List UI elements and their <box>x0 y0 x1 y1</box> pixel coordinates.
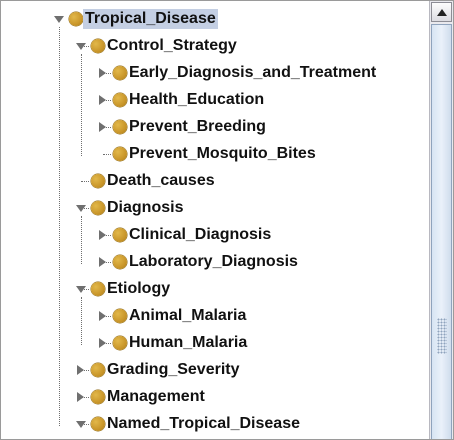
class-dot-icon <box>113 309 127 323</box>
tree-node-label[interactable]: Early_Diagnosis_and_Treatment <box>127 63 378 83</box>
tree-node-label[interactable]: Tropical_Disease <box>83 9 218 29</box>
triangle-down-icon[interactable] <box>76 286 86 293</box>
class-dot-icon <box>113 93 127 107</box>
tree-node-label[interactable]: Animal_Malaria <box>127 306 248 326</box>
triangle-right-icon[interactable] <box>99 122 106 132</box>
class-dot-icon <box>113 228 127 242</box>
class-dot-icon <box>91 282 105 296</box>
triangle-right-icon[interactable] <box>99 95 106 105</box>
triangle-down-icon[interactable] <box>76 43 86 50</box>
class-dot-icon <box>91 39 105 53</box>
tree-node-label[interactable]: Management <box>105 387 207 407</box>
tree-connector-line <box>81 181 89 182</box>
class-dot-icon <box>91 363 105 377</box>
ontology-tree-panel: Tropical_Disease Control_Strategy Early_Di… <box>0 0 454 440</box>
triangle-right-icon[interactable] <box>99 311 106 321</box>
triangle-right-icon[interactable] <box>99 68 106 78</box>
grip-icon <box>437 318 447 354</box>
tree-node-label[interactable]: Human_Malaria <box>127 333 249 353</box>
tree-node-label[interactable]: Named_Tropical_Disease <box>105 414 302 434</box>
class-dot-icon <box>113 120 127 134</box>
class-dot-icon <box>113 147 127 161</box>
triangle-right-icon[interactable] <box>99 338 106 348</box>
triangle-right-icon[interactable] <box>99 230 106 240</box>
class-dot-icon <box>91 174 105 188</box>
scroll-up-button[interactable] <box>431 2 452 22</box>
class-dot-icon <box>69 12 83 26</box>
tree-node-label[interactable]: Grading_Severity <box>105 360 242 380</box>
tree-node-label[interactable]: Prevent_Mosquito_Bites <box>127 144 318 164</box>
class-dot-icon <box>113 255 127 269</box>
scrollbar-thumb[interactable] <box>431 24 452 439</box>
tree-node-label[interactable]: Diagnosis <box>105 198 185 218</box>
triangle-right-icon[interactable] <box>77 365 84 375</box>
triangle-down-icon[interactable] <box>76 205 86 212</box>
tree-connector-line <box>103 154 111 155</box>
triangle-down-icon[interactable] <box>54 16 64 23</box>
arrow-up-icon <box>437 9 447 16</box>
triangle-right-icon[interactable] <box>77 392 84 402</box>
tree-node[interactable] <box>1 279 429 306</box>
triangle-right-icon[interactable] <box>99 257 106 267</box>
tree-node-label[interactable]: Clinical_Diagnosis <box>127 225 273 245</box>
class-dot-icon <box>91 417 105 431</box>
tree-node-label[interactable]: Death_causes <box>105 171 217 191</box>
tree-node[interactable] <box>1 198 429 225</box>
tree-node-label[interactable]: Health_Education <box>127 90 266 110</box>
tree-node-label[interactable]: Control_Strategy <box>105 36 239 56</box>
class-dot-icon <box>91 201 105 215</box>
triangle-down-icon[interactable] <box>76 421 86 428</box>
class-dot-icon <box>91 390 105 404</box>
tree-node-label[interactable]: Etiology <box>105 279 172 299</box>
tree-node-label[interactable]: Laboratory_Diagnosis <box>127 252 300 272</box>
tree-node-label[interactable]: Prevent_Breeding <box>127 117 268 137</box>
class-dot-icon <box>113 66 127 80</box>
vertical-scrollbar[interactable] <box>429 1 453 439</box>
class-dot-icon <box>113 336 127 350</box>
tree-node[interactable] <box>1 387 429 414</box>
class-hierarchy-tree: Tropical_Disease Control_Strategy Early_Di… <box>1 1 429 439</box>
